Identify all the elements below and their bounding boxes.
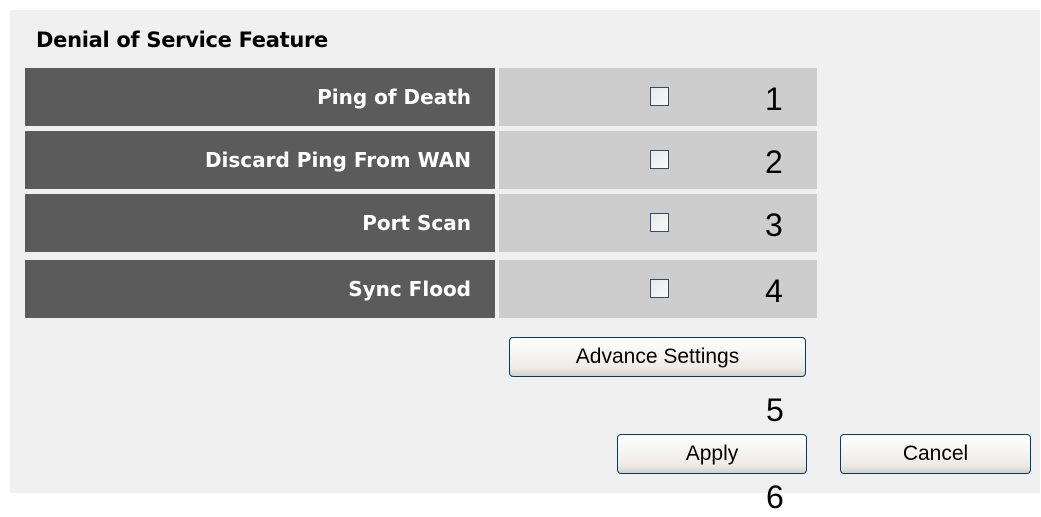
- row-label-text: Ping of Death: [317, 85, 471, 109]
- row-value-ping-of-death: 1: [499, 68, 817, 126]
- row-label-text: Sync Flood: [348, 277, 471, 301]
- row-label-text: Port Scan: [362, 211, 471, 235]
- ping-of-death-checkbox[interactable]: [650, 87, 669, 106]
- cancel-button[interactable]: Cancel: [840, 434, 1031, 474]
- row-label-sync-flood: Sync Flood: [25, 260, 495, 318]
- row-label-discard-ping-from-wan: Discard Ping From WAN: [25, 131, 495, 189]
- row-label-text: Discard Ping From WAN: [204, 148, 471, 172]
- callout-number-5: 5: [766, 392, 784, 428]
- callout-number-6: 6: [766, 479, 784, 515]
- sync-flood-checkbox[interactable]: [650, 279, 669, 298]
- callout-number: 4: [765, 273, 783, 309]
- port-scan-checkbox[interactable]: [650, 213, 669, 232]
- discard-ping-from-wan-checkbox[interactable]: [650, 150, 669, 169]
- row-label-port-scan: Port Scan: [25, 194, 495, 252]
- row-value-sync-flood: 4: [499, 260, 817, 318]
- row-label-ping-of-death: Ping of Death: [25, 68, 495, 126]
- callout-number: 1: [765, 81, 783, 117]
- apply-button[interactable]: Apply: [617, 434, 807, 474]
- advance-settings-button[interactable]: Advance Settings: [509, 337, 806, 377]
- section-title: Denial of Service Feature: [36, 28, 328, 52]
- row-value-port-scan: 3: [499, 194, 817, 252]
- callout-number: 3: [765, 207, 783, 243]
- row-value-discard-ping-from-wan: 2: [499, 131, 817, 189]
- callout-number: 2: [765, 144, 783, 180]
